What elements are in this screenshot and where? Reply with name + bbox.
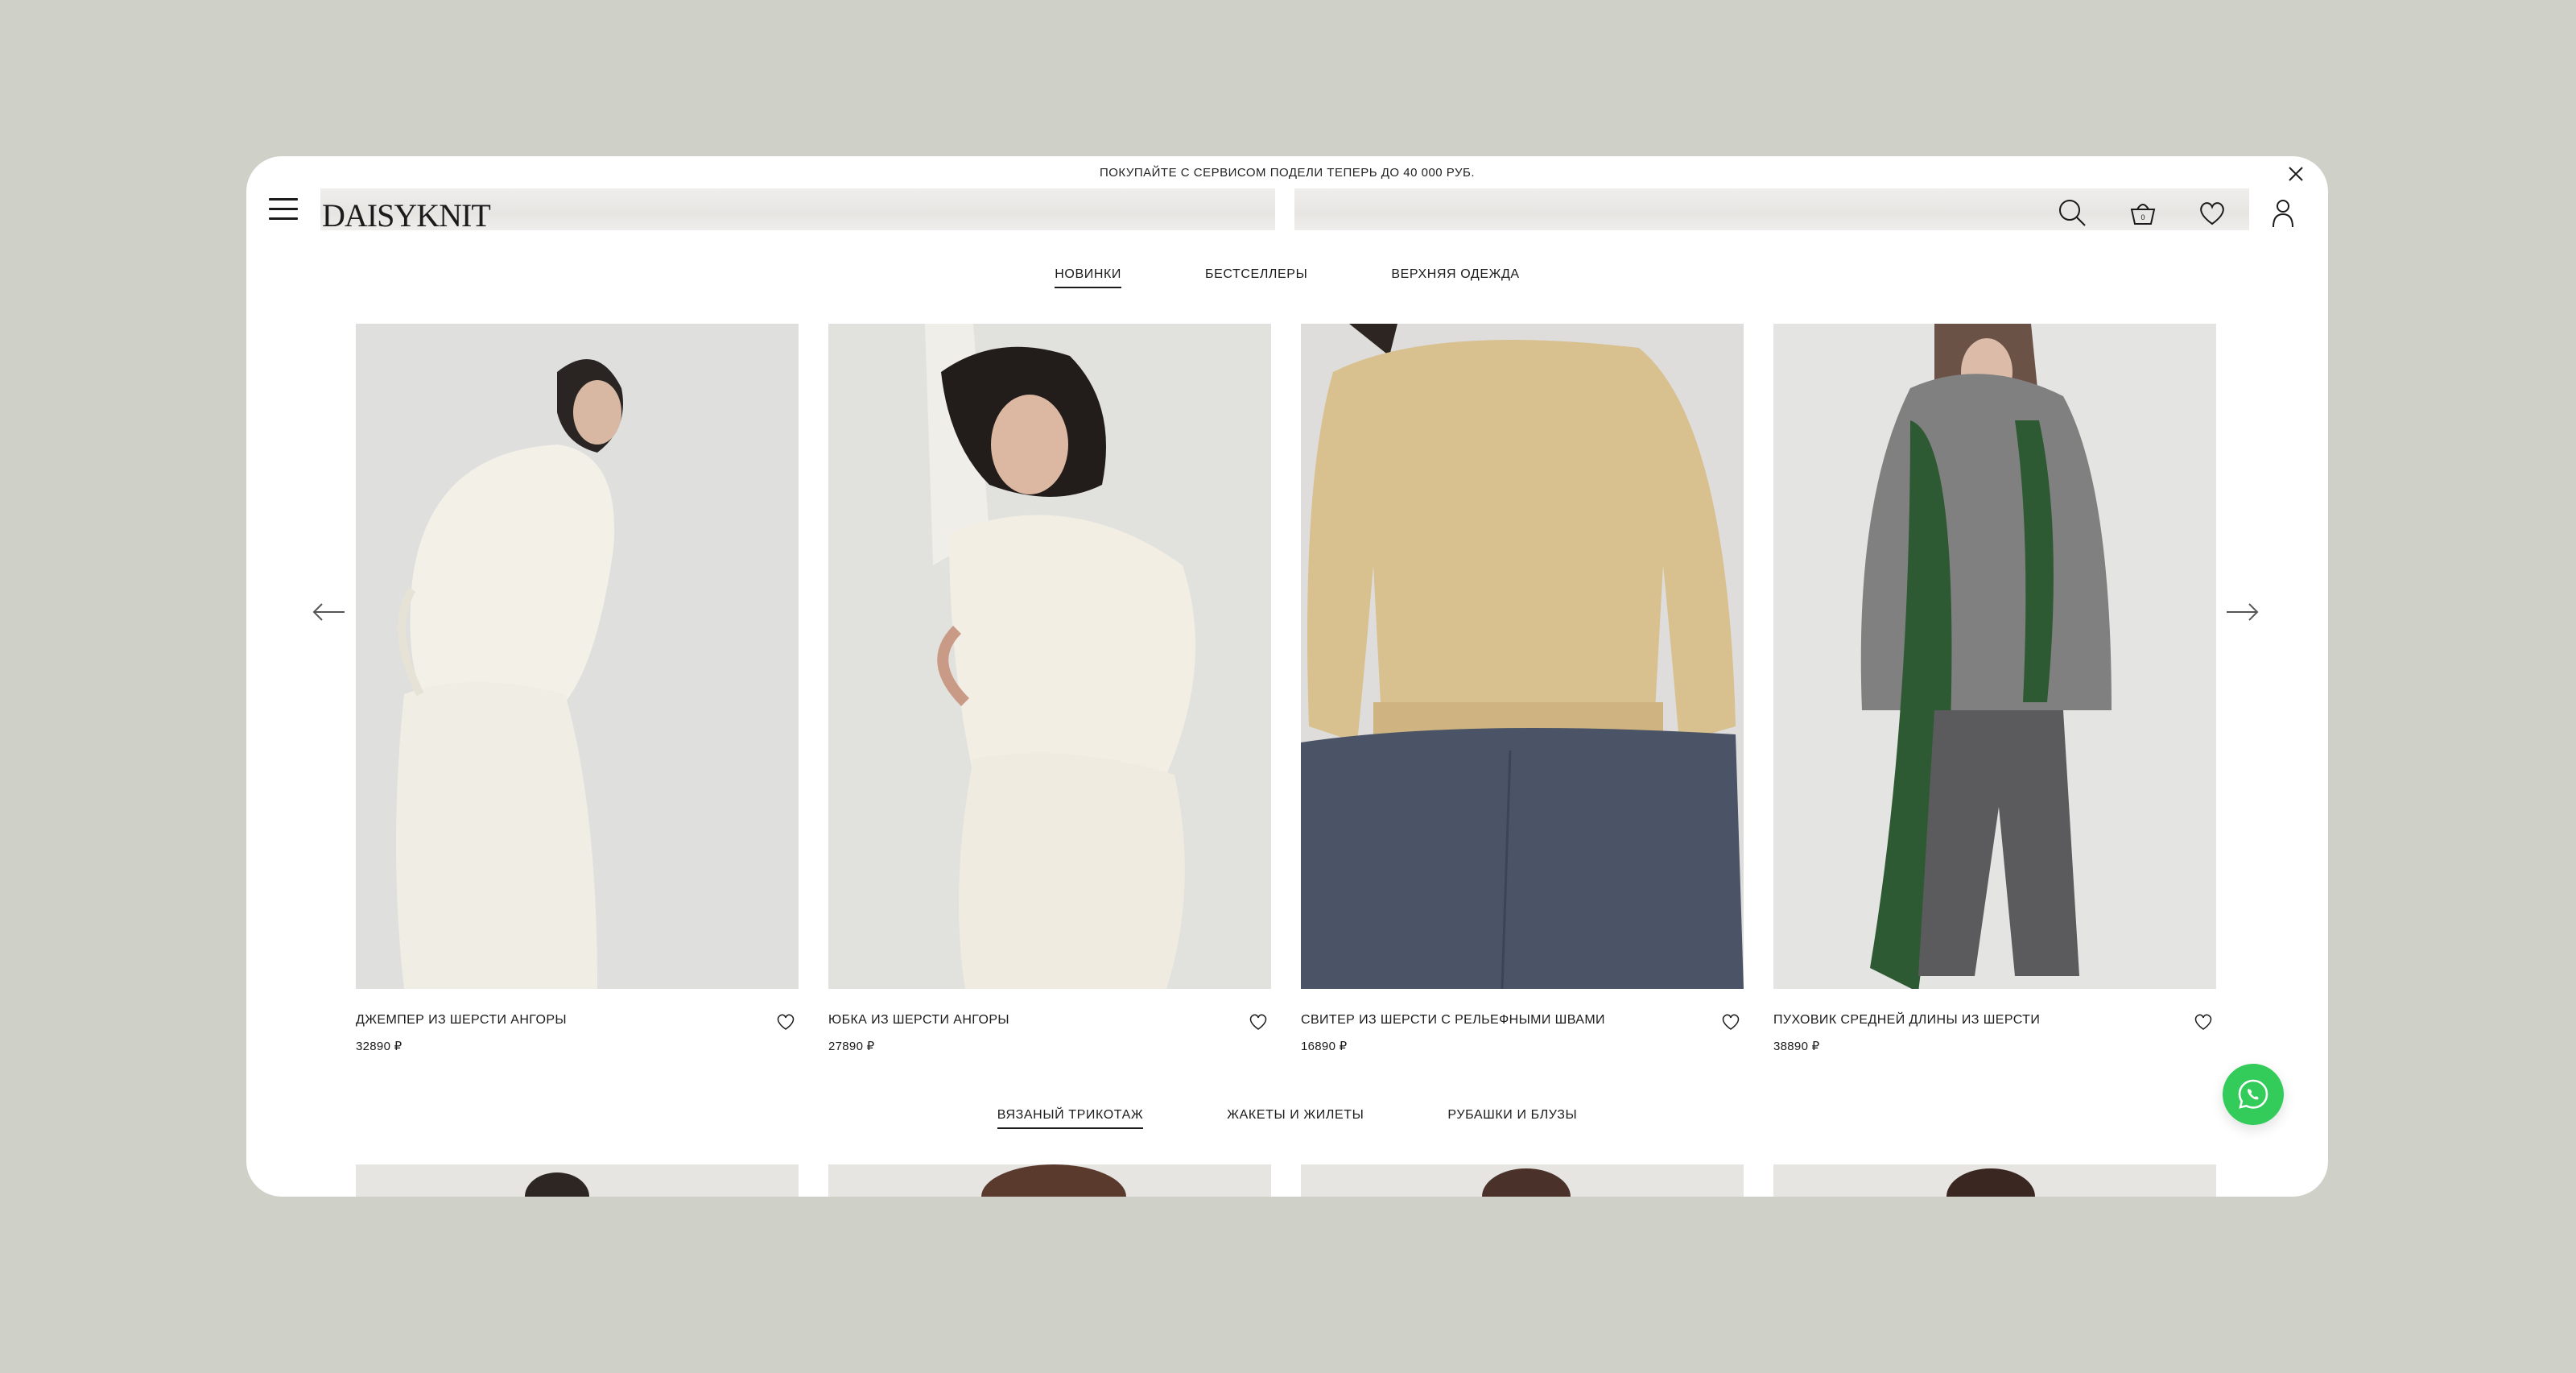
product-card[interactable]: ПУХОВИК СРЕДНЕЙ ДЛИНЫ ИЗ ШЕРСТИ 38890 ₽ [1773, 324, 2216, 1061]
product-card[interactable]: ЮБКА ИЗ ШЕРСТИ АНГОРЫ 27890 ₽ [828, 324, 1271, 1061]
product-name[interactable]: ЮБКА ИЗ ШЕРСТИ АНГОРЫ [828, 1013, 1009, 1028]
category-tabs-top: НОВИНКИ БЕСТСЕЛЛЕРЫ ВЕРХНЯЯ ОДЕЖДА [246, 267, 2328, 288]
site-header: DAISYKNIT 0 [246, 188, 2328, 234]
product-grid-second-row [356, 1164, 2216, 1197]
product-image[interactable] [356, 324, 799, 989]
heart-icon[interactable] [1247, 1010, 1269, 1032]
heart-icon[interactable] [2192, 1010, 2215, 1032]
browser-window: ПОКУПАЙТЕ С СЕРВИСОМ ПОДЕЛИ ТЕПЕРЬ ДО 40… [246, 156, 2328, 1197]
product-name[interactable]: ДЖЕМПЕР ИЗ ШЕРСТИ АНГОРЫ [356, 1013, 567, 1028]
product-card[interactable]: СВИТЕР ИЗ ШЕРСТИ С РЕЛЬЕФНЫМИ ШВАМИ 1689… [1301, 324, 1744, 1061]
announcement-text: ПОКУПАЙТЕ С СЕРВИСОМ ПОДЕЛИ ТЕПЕРЬ ДО 40… [1099, 165, 1476, 180]
product-name[interactable]: СВИТЕР ИЗ ШЕРСТИ С РЕЛЬЕФНЫМИ ШВАМИ [1301, 1013, 1605, 1028]
product-image[interactable] [828, 1164, 1271, 1197]
tab-knitwear[interactable]: ВЯЗАНЫЙ ТРИКОТАЖ [997, 1108, 1144, 1129]
tab-bestsellers[interactable]: БЕСТСЕЛЛЕРЫ [1205, 267, 1307, 288]
product-image[interactable] [1301, 324, 1744, 989]
next-arrow-icon[interactable] [2223, 599, 2262, 625]
menu-icon[interactable] [269, 198, 298, 224]
product-price: 38890 ₽ [1773, 1040, 1820, 1053]
product-price: 27890 ₽ [828, 1040, 875, 1053]
whatsapp-button[interactable] [2223, 1064, 2284, 1125]
category-tabs-bottom: ВЯЗАНЫЙ ТРИКОТАЖ ЖАКЕТЫ И ЖИЛЕТЫ РУБАШКИ… [246, 1108, 2328, 1129]
tab-outerwear[interactable]: ВЕРХНЯЯ ОДЕЖДА [1391, 267, 1519, 288]
cart-count: 0 [2140, 213, 2145, 221]
product-image[interactable] [1773, 324, 2216, 989]
search-icon[interactable] [2054, 195, 2090, 230]
announcement-bar: ПОКУПАЙТЕ С СЕРВИСОМ ПОДЕЛИ ТЕПЕРЬ ДО 40… [246, 156, 2328, 188]
close-icon[interactable] [2285, 163, 2307, 185]
logo[interactable]: DAISYKNIT [322, 196, 491, 234]
product-image[interactable] [356, 1164, 799, 1197]
user-icon[interactable] [2265, 195, 2301, 230]
product-price: 16890 ₽ [1301, 1040, 1348, 1053]
product-card[interactable]: ДЖЕМПЕР ИЗ ШЕРСТИ АНГОРЫ 32890 ₽ [356, 324, 799, 1061]
product-image[interactable] [1301, 1164, 1744, 1197]
product-image[interactable] [1773, 1164, 2216, 1197]
header-banner-image-right [1294, 188, 2249, 230]
product-price: 32890 ₽ [356, 1040, 402, 1053]
whatsapp-icon [2238, 1079, 2268, 1109]
tab-jackets-vests[interactable]: ЖАКЕТЫ И ЖИЛЕТЫ [1227, 1108, 1364, 1129]
heart-icon[interactable] [774, 1010, 797, 1032]
heart-icon[interactable] [2194, 195, 2230, 230]
heart-icon[interactable] [1719, 1010, 1742, 1032]
product-grid: ДЖЕМПЕР ИЗ ШЕРСТИ АНГОРЫ 32890 ₽ ЮБКА ИЗ… [356, 324, 2216, 1061]
product-name[interactable]: ПУХОВИК СРЕДНЕЙ ДЛИНЫ ИЗ ШЕРСТИ [1773, 1013, 2040, 1028]
tab-shirts-blouses[interactable]: РУБАШКИ И БЛУЗЫ [1447, 1108, 1577, 1129]
product-image[interactable] [828, 324, 1271, 989]
cart-icon[interactable]: 0 [2125, 195, 2161, 230]
prev-arrow-icon[interactable] [309, 599, 348, 625]
tab-novinki[interactable]: НОВИНКИ [1055, 267, 1122, 288]
